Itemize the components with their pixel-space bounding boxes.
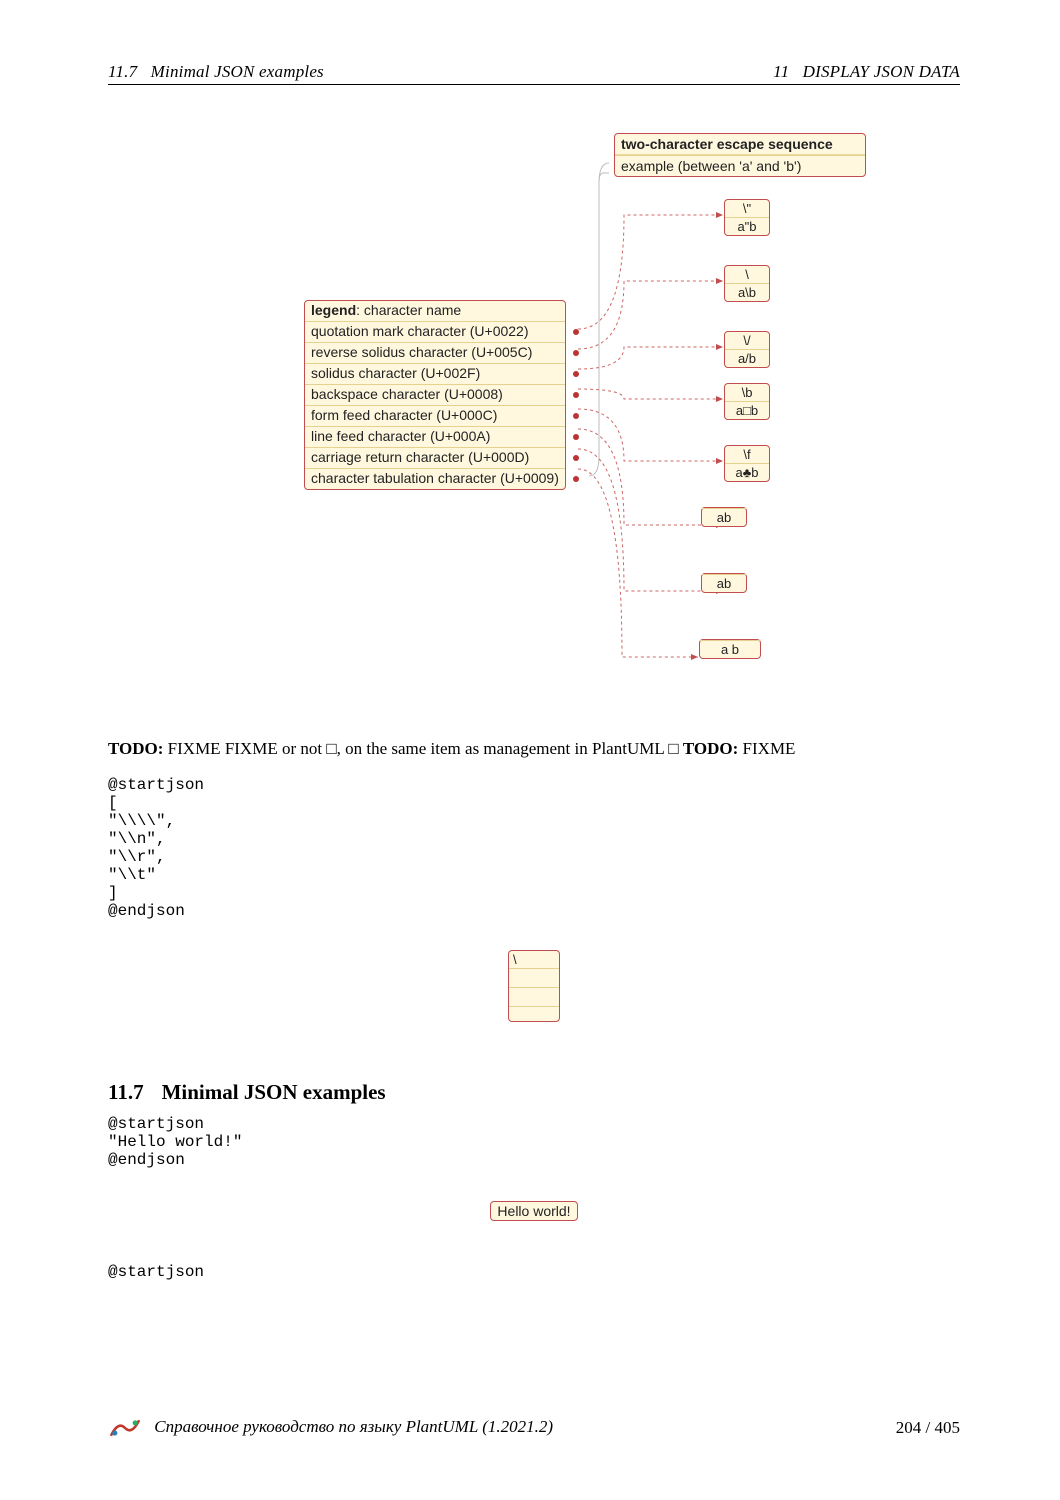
header-rule bbox=[108, 84, 960, 85]
legend-text: quotation mark character (U+0022) bbox=[311, 322, 529, 341]
example-box: ab bbox=[701, 573, 747, 593]
legend-dot-icon bbox=[573, 455, 579, 461]
legend-dot-icon bbox=[573, 434, 579, 440]
escape-sequence-diagram: two-character escape sequence example (b… bbox=[204, 133, 864, 713]
footer-title: Справочное руководство по языку PlantUML… bbox=[154, 1417, 553, 1436]
example-box: \a\b bbox=[724, 265, 770, 302]
escape-header-box: two-character escape sequence example (b… bbox=[614, 133, 866, 177]
todo-paragraph: TODO: FIXME FIXME or not □, on the same … bbox=[108, 739, 960, 759]
example-val: a♣b bbox=[725, 464, 769, 481]
section-title: Minimal JSON examples bbox=[162, 1080, 386, 1104]
example-esc: \f bbox=[725, 446, 769, 464]
example-box: \fa♣b bbox=[724, 445, 770, 482]
example-val: ab bbox=[702, 575, 746, 592]
mini-escape-diagram: \ bbox=[508, 950, 560, 1022]
escape-header-title: two-character escape sequence bbox=[615, 134, 865, 155]
escape-header-sub: example (between 'a' and 'b') bbox=[615, 155, 865, 176]
hello-world-box: Hello world! bbox=[490, 1201, 577, 1221]
legend-row: form feed character (U+000C) bbox=[305, 405, 565, 426]
header-section-title: Minimal JSON examples bbox=[151, 62, 324, 81]
example-esc: \/ bbox=[725, 332, 769, 350]
todo-text: FIXME FIXME or not □, on the same item a… bbox=[163, 739, 682, 758]
legend-row: quotation mark character (U+0022) bbox=[305, 321, 565, 342]
footer-left: Справочное руководство по языку PlantUML… bbox=[108, 1416, 553, 1440]
legend-text: form feed character (U+000C) bbox=[311, 406, 497, 425]
mini-cell bbox=[509, 969, 559, 988]
legend-text: solidus character (U+002F) bbox=[311, 364, 480, 383]
example-box: \"a"b bbox=[724, 199, 770, 236]
legend-row: backspace character (U+0008) bbox=[305, 384, 565, 405]
legend-text: line feed character (U+000A) bbox=[311, 427, 490, 446]
header-chapter-title: DISPLAY JSON DATA bbox=[803, 62, 960, 81]
header-right: 11 DISPLAY JSON DATA bbox=[773, 62, 960, 82]
page-footer: Справочное руководство по языку PlantUML… bbox=[108, 1416, 960, 1440]
legend-row: carriage return character (U+000D) bbox=[305, 447, 565, 468]
legend-box: legend: character name quotation mark ch… bbox=[304, 300, 566, 490]
legend-row: reverse solidus character (U+005C) bbox=[305, 342, 565, 363]
legend-dot-icon bbox=[573, 392, 579, 398]
page-header: 11.7 Minimal JSON examples 11 DISPLAY JS… bbox=[108, 62, 960, 82]
legend-text: carriage return character (U+000D) bbox=[311, 448, 529, 467]
legend-dot-icon bbox=[573, 329, 579, 335]
example-esc: \" bbox=[725, 200, 769, 218]
legend-text: reverse solidus character (U+005C) bbox=[311, 343, 532, 362]
mini-cell bbox=[509, 1007, 559, 1021]
code-block: @startjson "Hello world!" @endjson bbox=[108, 1115, 960, 1169]
example-val: a b bbox=[700, 641, 760, 658]
example-val: a/b bbox=[725, 350, 769, 367]
legend-dot-icon bbox=[573, 413, 579, 419]
todo-label: TODO: bbox=[108, 739, 163, 758]
example-box: \ba□b bbox=[724, 383, 770, 420]
legend-title-prefix: legend bbox=[311, 302, 356, 318]
footer-page-number: 204 / 405 bbox=[896, 1418, 960, 1438]
hello-world-output: Hello world! bbox=[108, 1201, 960, 1221]
example-esc: \b bbox=[725, 384, 769, 402]
example-box: a b bbox=[699, 639, 761, 659]
code-block: @startjson bbox=[108, 1263, 960, 1281]
code-block: @startjson [ "\\\\", "\\n", "\\r", "\\t"… bbox=[108, 776, 960, 920]
legend-dot-icon bbox=[573, 371, 579, 377]
section-number: 11.7 bbox=[108, 1080, 144, 1104]
example-val: ab bbox=[702, 509, 746, 526]
legend-title-row: legend: character name bbox=[305, 301, 565, 321]
mini-cell: \ bbox=[509, 951, 559, 969]
example-esc: \ bbox=[725, 266, 769, 284]
example-val: a□b bbox=[725, 402, 769, 419]
legend-text: character tabulation character (U+0009) bbox=[311, 469, 559, 488]
header-section-num: 11.7 bbox=[108, 62, 137, 81]
plantuml-logo-icon bbox=[108, 1416, 142, 1440]
legend-dot-icon bbox=[573, 350, 579, 356]
legend-text: backspace character (U+0008) bbox=[311, 385, 503, 404]
legend-row: character tabulation character (U+0009) bbox=[305, 468, 565, 489]
header-chapter-num: 11 bbox=[773, 62, 789, 81]
section-heading: 11.7 Minimal JSON examples bbox=[108, 1080, 960, 1105]
legend-row: line feed character (U+000A) bbox=[305, 426, 565, 447]
legend-row: solidus character (U+002F) bbox=[305, 363, 565, 384]
example-val: a\b bbox=[725, 284, 769, 301]
todo-text: FIXME bbox=[738, 739, 795, 758]
todo-label: TODO: bbox=[683, 739, 738, 758]
legend-dot-icon bbox=[573, 476, 579, 482]
mini-cell bbox=[509, 988, 559, 1007]
example-box: ab bbox=[701, 507, 747, 527]
header-left: 11.7 Minimal JSON examples bbox=[108, 62, 324, 82]
example-val: a"b bbox=[725, 218, 769, 235]
example-box: \/a/b bbox=[724, 331, 770, 368]
legend-title-suffix: : character name bbox=[356, 302, 461, 318]
